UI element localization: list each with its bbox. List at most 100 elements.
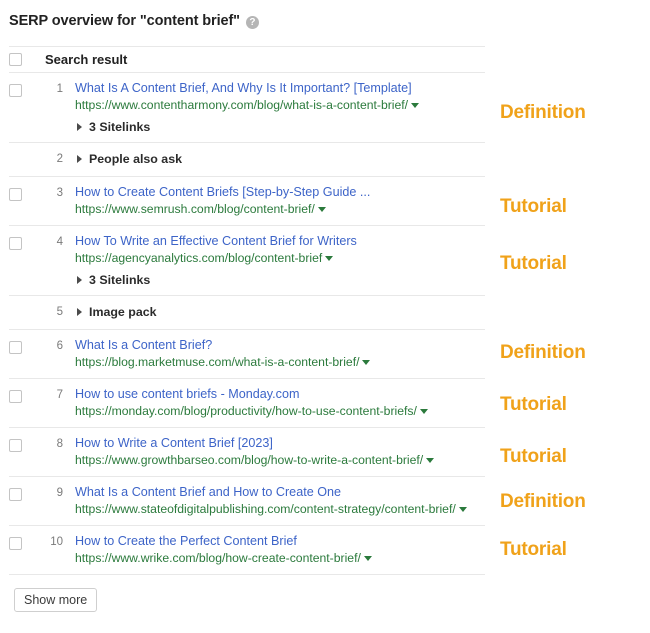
- result-url-link[interactable]: https://www.contentharmony.com/blog/what…: [75, 98, 408, 112]
- select-all-checkbox[interactable]: [9, 53, 22, 66]
- table-row[interactable]: 3 How to Create Content Briefs [Step-by-…: [9, 177, 485, 226]
- sitelinks-toggle[interactable]: 3 Sitelinks: [75, 273, 485, 287]
- result-url-line: https://www.contentharmony.com/blog/what…: [75, 97, 485, 113]
- chevron-right-icon[interactable]: [77, 123, 82, 131]
- select-all-cell: [9, 53, 36, 66]
- result-url-link[interactable]: https://monday.com/blog/productivity/how…: [75, 404, 417, 418]
- result-url-line: https://www.wrike.com/blog/how-create-co…: [75, 550, 485, 566]
- result-title-link[interactable]: How to Write a Content Brief [2023]: [75, 435, 485, 452]
- result-url-line: https://monday.com/blog/productivity/how…: [75, 403, 485, 419]
- chevron-right-icon[interactable]: [77, 276, 82, 284]
- chevron-down-icon[interactable]: [364, 556, 372, 561]
- serp-feature-cell: People also ask: [67, 143, 485, 176]
- chevron-right-icon[interactable]: [77, 308, 82, 316]
- table-header-row: Search result: [9, 46, 485, 73]
- table-row[interactable]: 7 How to use content briefs - Monday.com…: [9, 379, 485, 428]
- annotation-label: Tutorial: [500, 196, 567, 218]
- chevron-down-icon[interactable]: [318, 207, 326, 212]
- row-select-cell: [9, 296, 36, 320]
- row-checkbox[interactable]: [9, 537, 22, 550]
- chevron-down-icon[interactable]: [362, 360, 370, 365]
- result-title-link[interactable]: How to Create the Perfect Content Brief: [75, 533, 485, 550]
- rank-number: 1: [36, 73, 67, 95]
- result-title-link[interactable]: How to Create Content Briefs [Step-by-St…: [75, 184, 485, 201]
- annotation-label: Tutorial: [500, 253, 567, 275]
- result-title-link[interactable]: How To Write an Effective Content Brief …: [75, 233, 485, 250]
- result-url-link[interactable]: https://www.wrike.com/blog/how-create-co…: [75, 551, 361, 565]
- table-row[interactable]: 10 How to Create the Perfect Content Bri…: [9, 526, 485, 575]
- row-checkbox[interactable]: [9, 390, 22, 403]
- result-url-link[interactable]: https://www.semrush.com/blog/content-bri…: [75, 202, 315, 216]
- feature-label: People also ask: [89, 152, 182, 166]
- result-cell: What Is A Content Brief, And Why Is It I…: [67, 73, 485, 142]
- chevron-down-icon[interactable]: [426, 458, 434, 463]
- annotation-label: Tutorial: [500, 394, 567, 416]
- result-url-line: https://www.growthbarseo.com/blog/how-to…: [75, 452, 485, 468]
- annotation-label: Definition: [500, 342, 586, 364]
- result-url-link[interactable]: https://agencyanalytics.com/blog/content…: [75, 251, 322, 265]
- sitelinks-toggle[interactable]: 3 Sitelinks: [75, 120, 485, 134]
- result-title-link[interactable]: How to use content briefs - Monday.com: [75, 386, 485, 403]
- table-row[interactable]: 2 People also ask: [9, 143, 485, 177]
- table-row[interactable]: 8 How to Write a Content Brief [2023] ht…: [9, 428, 485, 477]
- result-title-link[interactable]: What Is A Content Brief, And Why Is It I…: [75, 80, 485, 97]
- chevron-down-icon[interactable]: [411, 103, 419, 108]
- sitelinks-label: 3 Sitelinks: [89, 120, 150, 134]
- rank-number: 8: [36, 428, 67, 450]
- row-checkbox[interactable]: [9, 188, 22, 201]
- annotation-label: Definition: [500, 102, 586, 124]
- rank-number: 7: [36, 379, 67, 401]
- result-url-link[interactable]: https://blog.marketmuse.com/what-is-a-co…: [75, 355, 359, 369]
- feature-toggle[interactable]: Image pack: [75, 305, 485, 319]
- table-row[interactable]: 4 How To Write an Effective Content Brie…: [9, 226, 485, 296]
- row-checkbox[interactable]: [9, 439, 22, 452]
- table-row[interactable]: 9 What Is a Content Brief and How to Cre…: [9, 477, 485, 526]
- rank-number: 5: [36, 296, 67, 318]
- result-url-line: https://www.stateofdigitalpublishing.com…: [75, 501, 485, 517]
- serp-results-table: Search result 1 What Is A Content Brief,…: [9, 46, 485, 575]
- row-select-cell: [9, 428, 36, 452]
- annotation-label: Tutorial: [500, 539, 567, 561]
- table-row[interactable]: 5 Image pack: [9, 296, 485, 330]
- serp-overview-panel: SERP overview for "content brief" ? Sear…: [0, 0, 650, 633]
- rank-number: 6: [36, 330, 67, 352]
- result-cell: How to use content briefs - Monday.com h…: [67, 379, 485, 427]
- table-row[interactable]: 1 What Is A Content Brief, And Why Is It…: [9, 73, 485, 143]
- chevron-right-icon[interactable]: [77, 155, 82, 163]
- row-checkbox[interactable]: [9, 488, 22, 501]
- row-checkbox[interactable]: [9, 341, 22, 354]
- result-url-line: https://www.semrush.com/blog/content-bri…: [75, 201, 485, 217]
- result-title-link[interactable]: What Is a Content Brief and How to Creat…: [75, 484, 485, 501]
- rank-number: 10: [36, 526, 67, 548]
- row-select-cell: [9, 477, 36, 501]
- result-cell: What Is a Content Brief and How to Creat…: [67, 477, 485, 525]
- result-cell: What Is a Content Brief? https://blog.ma…: [67, 330, 485, 378]
- panel-header: SERP overview for "content brief" ?: [9, 13, 259, 29]
- result-cell: How to Create the Perfect Content Brief …: [67, 526, 485, 574]
- annotation-label: Definition: [500, 491, 586, 513]
- question-mark-circle-icon[interactable]: ?: [246, 16, 259, 29]
- row-checkbox[interactable]: [9, 237, 22, 250]
- row-checkbox[interactable]: [9, 84, 22, 97]
- table-row[interactable]: 6 What Is a Content Brief? https://blog.…: [9, 330, 485, 379]
- row-select-cell: [9, 526, 36, 550]
- chevron-down-icon[interactable]: [459, 507, 467, 512]
- feature-label: Image pack: [89, 305, 157, 319]
- result-url-line: https://agencyanalytics.com/blog/content…: [75, 250, 485, 266]
- column-header-search-result: Search result: [36, 52, 127, 67]
- rank-number: 4: [36, 226, 67, 248]
- feature-toggle[interactable]: People also ask: [75, 152, 485, 166]
- chevron-down-icon[interactable]: [420, 409, 428, 414]
- result-url-link[interactable]: https://www.stateofdigitalpublishing.com…: [75, 502, 456, 516]
- page-title: SERP overview for "content brief": [9, 13, 240, 29]
- show-more-button[interactable]: Show more: [14, 588, 97, 612]
- row-select-cell: [9, 143, 36, 167]
- result-cell: How To Write an Effective Content Brief …: [67, 226, 485, 295]
- row-select-cell: [9, 177, 36, 201]
- result-title-link[interactable]: What Is a Content Brief?: [75, 337, 485, 354]
- chevron-down-icon[interactable]: [325, 256, 333, 261]
- result-url-link[interactable]: https://www.growthbarseo.com/blog/how-to…: [75, 453, 423, 467]
- rank-number: 2: [36, 143, 67, 165]
- serp-feature-cell: Image pack: [67, 296, 485, 329]
- row-select-cell: [9, 226, 36, 250]
